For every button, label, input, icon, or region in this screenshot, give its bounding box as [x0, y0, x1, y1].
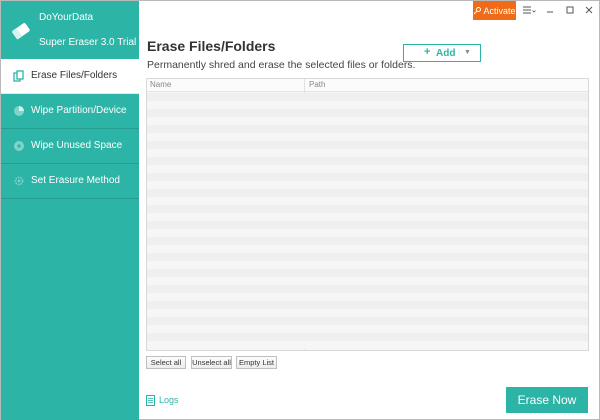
table-row	[147, 149, 588, 157]
table-row	[147, 229, 588, 237]
document-icon	[146, 394, 155, 406]
maximize-button[interactable]	[562, 3, 578, 17]
logs-link[interactable]: Logs	[146, 394, 179, 406]
sidebar-item-label: Erase Files/Folders	[31, 70, 118, 81]
page-subtitle: Permanently shred and erase the selected…	[147, 59, 416, 71]
minimize-button[interactable]	[542, 3, 558, 17]
table-row	[147, 277, 588, 285]
table-rows	[147, 93, 588, 349]
brand-company: DoYourData	[39, 12, 94, 23]
table-row	[147, 309, 588, 317]
disk-icon	[14, 141, 24, 151]
table-row	[147, 213, 588, 221]
table-row	[147, 317, 588, 325]
empty-list-label: Empty List	[238, 358, 274, 367]
erase-now-label: Erase Now	[517, 393, 577, 407]
column-header-name[interactable]: Name	[150, 80, 171, 89]
select-all-label: Select all	[150, 358, 182, 367]
sidebar-item-label: Set Erasure Method	[31, 175, 120, 186]
app-window: DoYourData Super Eraser 3.0 Trial Erase …	[0, 0, 600, 420]
add-button[interactable]: + Add ▼	[403, 44, 481, 62]
sidebar-item-wipe-unused-space[interactable]: Wipe Unused Space	[1, 129, 139, 164]
table-row	[147, 293, 588, 301]
minimize-icon	[547, 11, 553, 13]
empty-list-button[interactable]: Empty List	[236, 356, 277, 369]
activate-button[interactable]: Activate	[473, 1, 516, 20]
add-label: Add	[436, 48, 456, 59]
table-row	[147, 189, 588, 197]
sidebar-item-wipe-partition[interactable]: Wipe Partition/Device	[1, 94, 139, 129]
table-row	[147, 269, 588, 277]
plus-icon: +	[424, 46, 431, 58]
table-row	[147, 245, 588, 253]
eraser-logo-icon	[11, 23, 30, 40]
sidebar-nav: Erase Files/Folders Wipe Partition/Devic…	[1, 59, 139, 199]
table-row	[147, 253, 588, 261]
table-row	[147, 133, 588, 141]
sidebar-item-erase-files[interactable]: Erase Files/Folders	[1, 59, 139, 94]
table-row	[147, 173, 588, 181]
column-header-path[interactable]: Path	[309, 80, 325, 89]
logs-label: Logs	[159, 395, 179, 405]
table-row	[147, 141, 588, 149]
erase-now-button[interactable]: Erase Now	[506, 387, 588, 413]
sidebar: DoYourData Super Eraser 3.0 Trial Erase …	[1, 1, 139, 420]
select-all-button[interactable]: Select all	[146, 356, 186, 369]
sidebar-item-label: Wipe Unused Space	[31, 140, 123, 151]
files-icon	[13, 70, 24, 82]
table-row	[147, 261, 588, 269]
page-title: Erase Files/Folders	[147, 38, 276, 54]
brand-product: Super Eraser 3.0 Trial	[39, 37, 137, 48]
table-row	[147, 157, 588, 165]
table-row	[147, 237, 588, 245]
table-row	[147, 341, 588, 349]
table-row	[147, 301, 588, 309]
unselect-all-label: Unselect all	[192, 358, 231, 367]
table-row	[147, 197, 588, 205]
table-row	[147, 165, 588, 173]
table-row	[147, 93, 588, 101]
key-icon	[474, 6, 482, 14]
sidebar-item-set-erasure-method[interactable]: Set Erasure Method	[1, 164, 139, 199]
close-button[interactable]	[581, 3, 597, 17]
gear-icon	[14, 176, 24, 186]
maximize-icon	[566, 6, 574, 14]
table-row	[147, 221, 588, 229]
table-row	[147, 325, 588, 333]
table-header: Name Path	[147, 79, 588, 92]
table-row	[147, 205, 588, 213]
sidebar-item-label: Wipe Partition/Device	[31, 105, 127, 116]
unselect-all-button[interactable]: Unselect all	[191, 356, 232, 369]
activate-label: Activate	[483, 5, 516, 16]
table-row	[147, 117, 588, 125]
menu-button[interactable]	[521, 3, 537, 17]
pie-chart-icon	[14, 106, 24, 116]
table-row	[147, 181, 588, 189]
table-row	[147, 101, 588, 109]
table-row	[147, 285, 588, 293]
menu-icon	[523, 6, 536, 14]
brand: DoYourData Super Eraser 3.0 Trial	[1, 1, 139, 59]
chevron-down-icon[interactable]: ▼	[464, 49, 471, 56]
table-row	[147, 125, 588, 133]
table-row	[147, 333, 588, 341]
table-row	[147, 109, 588, 117]
file-list-table[interactable]: Name Path	[146, 78, 589, 351]
close-icon	[585, 6, 593, 14]
